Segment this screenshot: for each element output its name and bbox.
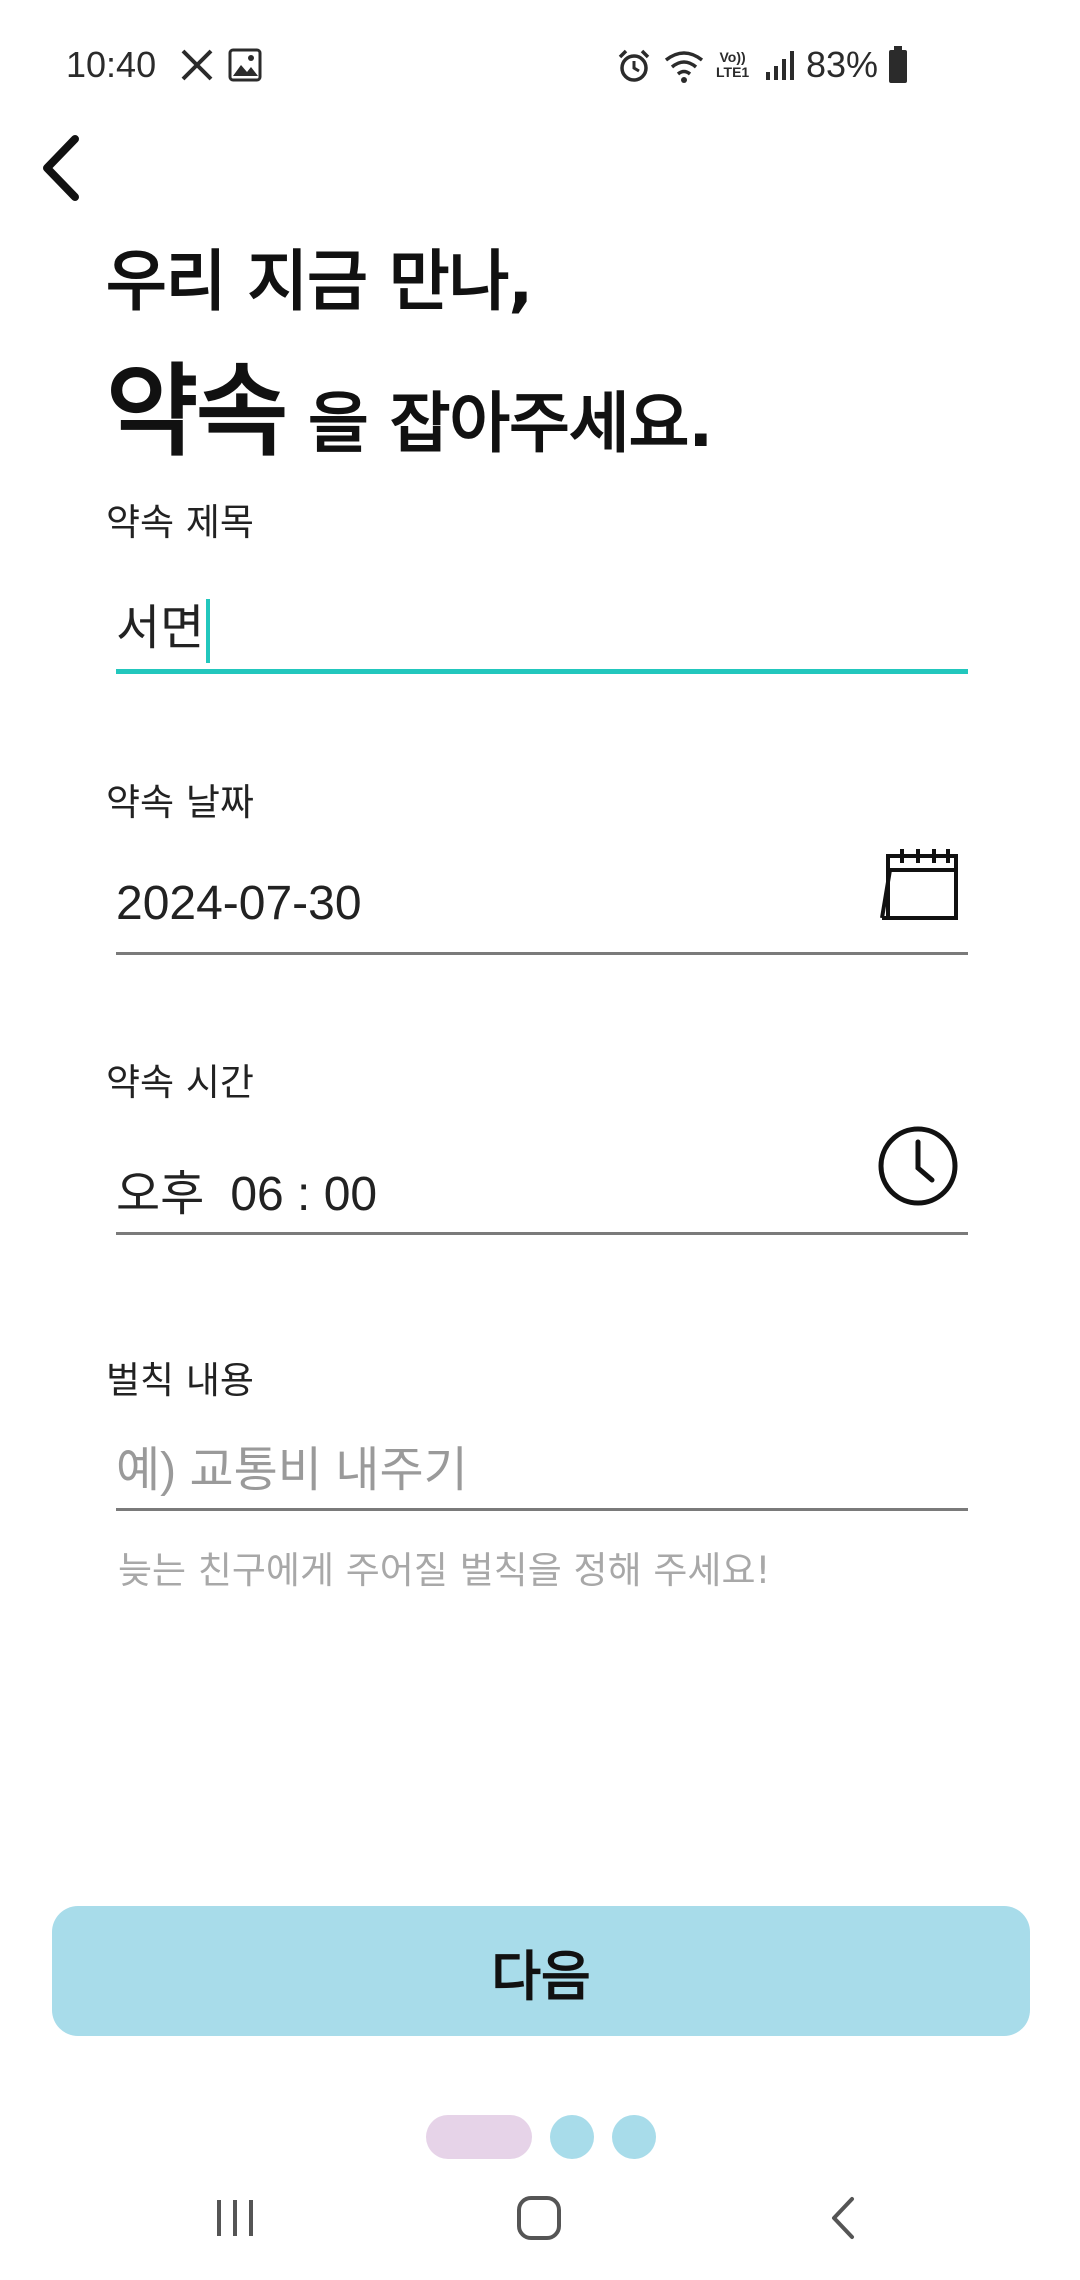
time-value: 06 : 00 (230, 1168, 378, 1221)
date-value: 2024-07-30 (116, 877, 362, 930)
time-ampm: 오후 (116, 1168, 205, 1221)
recent-apps-icon (213, 2198, 257, 2242)
title-label: 약속 제목 (106, 501, 254, 544)
headline-line1: 우리 지금 만나, (106, 243, 533, 320)
headline-line2: 약속 을 잡아주세요. (106, 330, 713, 475)
battery-icon (888, 46, 908, 88)
volte-lte-icon: Vo)) LTE1 (716, 49, 750, 80)
headline-emphasis: 약속 (106, 353, 288, 470)
penalty-helper-text: 늦는 친구에게 주어질 벌칙을 정해 주세요! (118, 1549, 771, 1592)
title-input[interactable]: 서면 (116, 574, 968, 680)
signal-icon (764, 48, 798, 86)
back-nav-icon (828, 2195, 858, 2245)
screen: 10:40 Vo)) LTE1 83% 우리 지금 만나, 약속 을 잡아주세요… (0, 0, 1080, 2280)
recent-apps-button[interactable] (180, 2180, 290, 2260)
date-label: 약속 날짜 (106, 781, 254, 824)
pager-dot (612, 2115, 656, 2159)
x-app-icon (180, 48, 214, 86)
text-caret (206, 599, 211, 664)
penalty-underline (116, 1508, 968, 1511)
penalty-placeholder: 예) 교통비 내주기 (116, 1444, 468, 1497)
back-nav-button[interactable] (788, 2180, 898, 2260)
gallery-icon (228, 48, 262, 86)
next-button[interactable]: 다음 (52, 1906, 1030, 2036)
time-field[interactable]: 오후 06 : 00 (116, 1124, 968, 1238)
calendar-icon[interactable] (876, 846, 960, 928)
penalty-label: 벌칙 내용 (106, 1359, 254, 1402)
title-underline (116, 669, 968, 674)
clock-icon[interactable] (876, 1124, 960, 1212)
status-time: 10:40 (66, 44, 157, 85)
wifi-icon (662, 48, 706, 88)
time-underline (116, 1232, 968, 1235)
time-label: 약속 시간 (106, 1061, 254, 1104)
next-button-label: 다음 (491, 1946, 591, 2007)
title-value: 서면 (116, 602, 205, 655)
pager-dot-active (426, 2115, 532, 2159)
home-icon (516, 2195, 562, 2245)
status-bar: 10:40 Vo)) LTE1 83% (0, 0, 1080, 130)
date-field[interactable]: 2024-07-30 (116, 846, 968, 958)
chevron-left-icon (37, 133, 85, 207)
home-button[interactable] (484, 2180, 594, 2260)
battery-percent: 83% (806, 44, 879, 85)
date-underline (116, 952, 968, 955)
alarm-icon (616, 48, 652, 88)
penalty-input[interactable]: 예) 교통비 내주기 (116, 1416, 968, 1516)
pager-dot (550, 2115, 594, 2159)
back-button[interactable] (26, 130, 96, 210)
headline-rest: 을 잡아주세요. (308, 385, 713, 462)
